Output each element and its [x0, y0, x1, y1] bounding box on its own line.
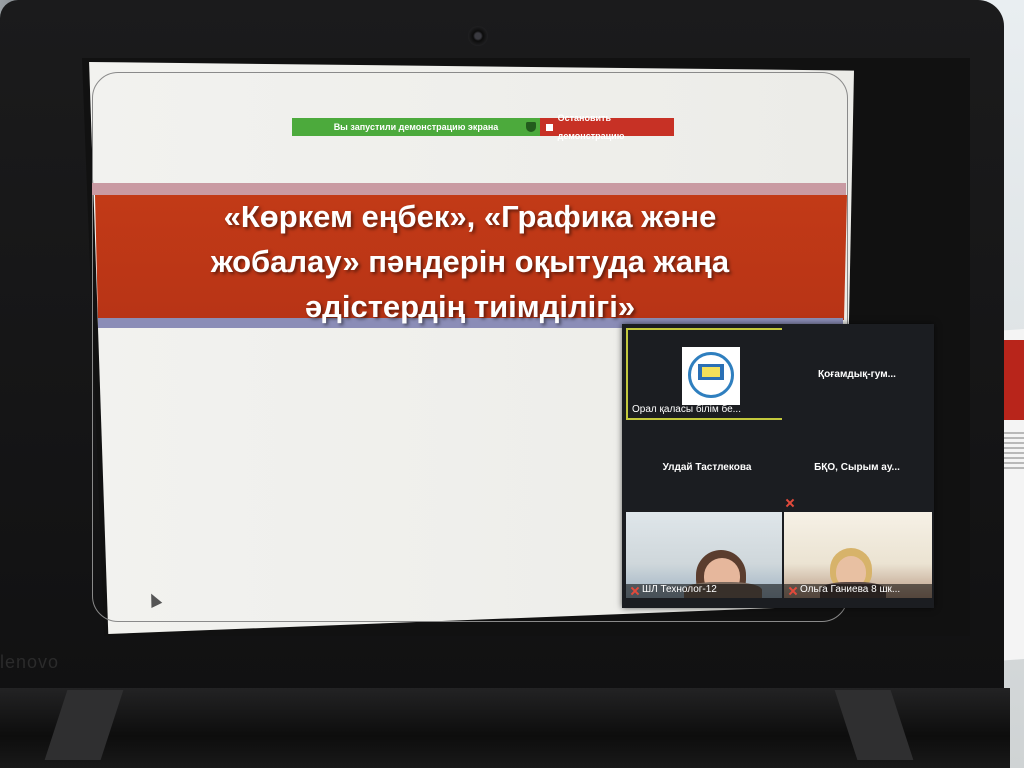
muted-mic-icon	[630, 586, 639, 595]
slide-title-line: «Көркем еңбек», «Графика және	[223, 199, 717, 234]
webcam-icon	[468, 26, 488, 46]
laptop-brand: lenovo	[0, 652, 60, 672]
muted-mic-icon	[788, 586, 797, 595]
video-gallery: Орал қаласы білім бе... Қоғамдық-гум... …	[622, 324, 934, 608]
slide-title-line: әдістердің тиімділігі»	[304, 289, 636, 324]
slide-title: «Көркем еңбек», «Графика және жобалау» п…	[120, 194, 820, 329]
share-status: Вы запустили демонстрацию экрана	[292, 118, 540, 136]
participant-tile[interactable]: ШЛ Технолог-12	[626, 512, 782, 598]
participant-name: БҚО, Сырым ау...	[814, 461, 900, 473]
muted-mic-icon	[785, 498, 794, 507]
participant-name: Қоғамдық-гум...	[818, 369, 896, 381]
stop-share-button[interactable]: Остановить демонстрацию	[540, 113, 674, 141]
stop-share-label: Остановить демонстрацию	[557, 113, 625, 141]
paper-text-lines	[1004, 432, 1024, 472]
participant-tile[interactable]: БҚО, Сырым ау...	[782, 422, 932, 510]
participant-name: Орал қаласы білім бе...	[632, 404, 741, 415]
screen-share-bar: Вы запустили демонстрацию экрана Останов…	[292, 113, 674, 141]
participant-tile[interactable]: Қоғамдық-гум...	[782, 328, 932, 420]
slide-title-line: жобалау» пәндерін оқытуда жаңа	[210, 244, 730, 279]
participant-name: Улдай Тастлекова	[662, 461, 752, 473]
participant-tile[interactable]: Орал қаласы білім бе...	[626, 328, 788, 420]
participant-name: ШЛ Технолог-12	[642, 584, 717, 595]
paper-red-band	[1004, 340, 1024, 420]
participant-tile[interactable]: Ольга Ганиева 8 шк...	[784, 512, 932, 598]
school-logo-icon	[682, 347, 740, 405]
stop-icon	[546, 123, 553, 131]
share-status-text: Вы запустили демонстрацию экрана	[333, 122, 499, 132]
participant-tile[interactable]: Улдай Тастлекова	[626, 422, 788, 510]
shield-icon	[526, 122, 536, 132]
participant-name: Ольга Ганиева 8 шк...	[800, 584, 901, 595]
